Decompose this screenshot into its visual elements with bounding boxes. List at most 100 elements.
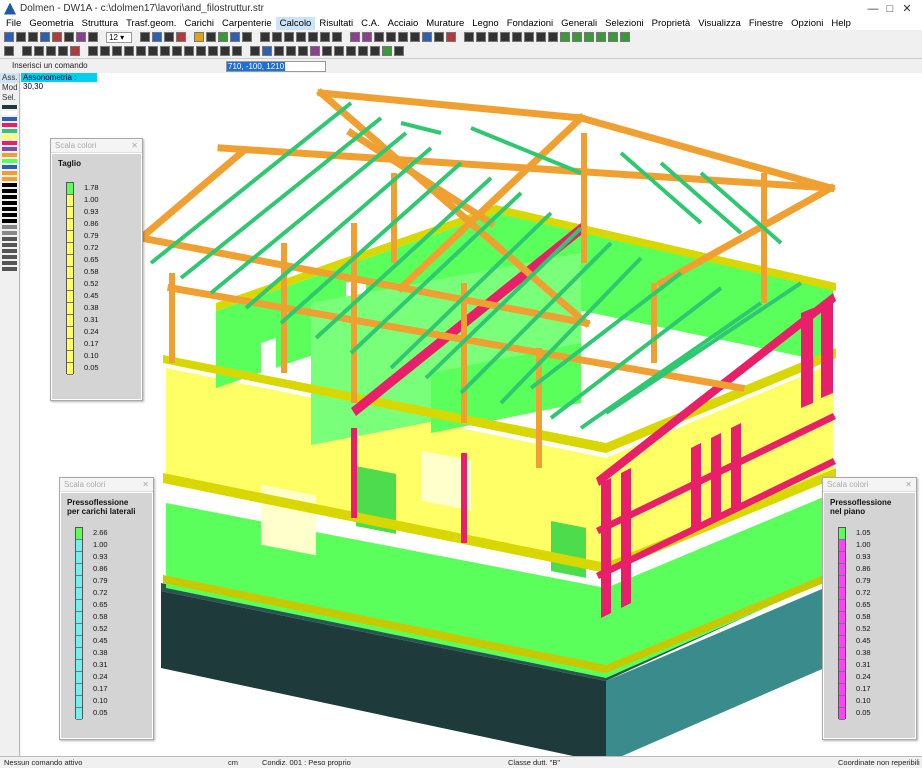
tool-icon[interactable]	[88, 46, 98, 56]
tool-icon[interactable]	[358, 46, 368, 56]
legend-header[interactable]: Scala colori ✕	[51, 139, 142, 153]
menu-carichi[interactable]: Carichi	[180, 17, 218, 30]
tool-icon[interactable]	[4, 46, 14, 56]
layer-swatch[interactable]	[2, 135, 17, 139]
layer-swatch[interactable]	[2, 207, 17, 211]
layer-swatch[interactable]	[2, 159, 17, 163]
menu-acciaio[interactable]: Acciaio	[384, 17, 423, 30]
tool-icon[interactable]	[308, 32, 318, 42]
left-tab-ass[interactable]: Ass.	[0, 73, 19, 83]
tool-icon[interactable]	[512, 32, 522, 42]
menu-murature[interactable]: Murature	[422, 17, 468, 30]
tool-icon[interactable]	[194, 32, 204, 42]
tool-icon[interactable]	[434, 32, 444, 42]
tool-icon[interactable]	[374, 32, 384, 42]
tool-icon[interactable]	[320, 32, 330, 42]
layer-swatch[interactable]	[2, 147, 17, 151]
layer-swatch[interactable]	[2, 189, 17, 193]
tool-icon[interactable]	[64, 32, 74, 42]
layer-swatch[interactable]	[2, 171, 17, 175]
tool-icon[interactable]	[100, 46, 110, 56]
tool-icon[interactable]	[398, 32, 408, 42]
tool-icon[interactable]	[40, 32, 50, 42]
tool-icon[interactable]	[386, 32, 396, 42]
layer-swatch[interactable]	[2, 243, 17, 247]
tool-icon[interactable]	[220, 46, 230, 56]
layer-swatch[interactable]	[2, 183, 17, 187]
layer-swatch[interactable]	[2, 219, 17, 223]
menu-selezioni[interactable]: Selezioni	[601, 17, 648, 30]
tool-icon[interactable]	[274, 46, 284, 56]
tool-icon[interactable]	[22, 46, 32, 56]
tool-icon[interactable]	[584, 32, 594, 42]
color-scale-inplane-bending[interactable]: Scala colori ✕ Pressoflessione nel piano 1.0…	[822, 477, 917, 740]
layer-swatch[interactable]	[2, 117, 17, 121]
tool-icon[interactable]	[296, 32, 306, 42]
zoom-select[interactable]: 12 ▾	[106, 31, 132, 43]
color-scale-shear[interactable]: Scala colori ✕ Taglio 1.78 1.00 0.93 0.86 0.79 0…	[50, 138, 143, 401]
tool-icon[interactable]	[382, 46, 392, 56]
close-button[interactable]: ✕	[892, 0, 922, 17]
tool-icon[interactable]	[446, 32, 456, 42]
tool-icon[interactable]	[28, 32, 38, 42]
menu-legno[interactable]: Legno	[468, 17, 502, 30]
tool-icon[interactable]	[196, 46, 206, 56]
tool-icon[interactable]	[232, 46, 242, 56]
tool-icon[interactable]	[184, 46, 194, 56]
layer-swatch[interactable]	[2, 255, 17, 259]
tool-icon[interactable]	[370, 46, 380, 56]
model-viewport[interactable]: Assonometria : 30,30	[21, 73, 922, 756]
tool-icon[interactable]	[260, 32, 270, 42]
menu-file[interactable]: File	[2, 17, 25, 30]
layer-swatch[interactable]	[2, 129, 17, 133]
tool-icon[interactable]	[572, 32, 582, 42]
legend-header[interactable]: Scala colori ✕	[60, 478, 153, 492]
tool-icon[interactable]	[476, 32, 486, 42]
tool-icon[interactable]	[310, 46, 320, 56]
tool-icon[interactable]	[464, 32, 474, 42]
tool-icon[interactable]	[4, 32, 14, 42]
tool-icon[interactable]	[608, 32, 618, 42]
menu-fondazioni[interactable]: Fondazioni	[503, 17, 557, 30]
menu-visualizza[interactable]: Visualizza	[694, 17, 745, 30]
tool-icon[interactable]	[140, 32, 150, 42]
layer-swatch[interactable]	[2, 195, 17, 199]
tool-icon[interactable]	[524, 32, 534, 42]
layer-swatch[interactable]	[2, 177, 17, 181]
tool-icon[interactable]	[536, 32, 546, 42]
menu-help[interactable]: Help	[827, 17, 855, 30]
tool-icon[interactable]	[76, 32, 86, 42]
layer-swatch[interactable]	[2, 225, 17, 229]
menu-generali[interactable]: Generali	[557, 17, 601, 30]
menu-c-a[interactable]: C.A.	[357, 17, 383, 30]
menu-finestre[interactable]: Finestre	[745, 17, 787, 30]
tool-icon[interactable]	[362, 32, 372, 42]
layer-swatch[interactable]	[2, 111, 17, 115]
tool-icon[interactable]	[136, 46, 146, 56]
tool-icon[interactable]	[164, 32, 174, 42]
tool-icon[interactable]	[58, 46, 68, 56]
layer-swatch[interactable]	[2, 201, 17, 205]
coordinate-field[interactable]: 710, -100, 1210	[226, 61, 326, 72]
tool-icon[interactable]	[322, 46, 332, 56]
tool-icon[interactable]	[152, 32, 162, 42]
tool-icon[interactable]	[34, 46, 44, 56]
close-icon[interactable]: ✕	[905, 480, 912, 489]
tool-icon[interactable]	[620, 32, 630, 42]
tool-icon[interactable]	[560, 32, 570, 42]
left-tab-mod[interactable]: Mod	[0, 83, 19, 93]
color-scale-lateral-bending[interactable]: Scala colori ✕ Pressoflessione per carichi …	[59, 477, 154, 740]
tool-icon[interactable]	[596, 32, 606, 42]
tool-icon[interactable]	[410, 32, 420, 42]
tool-icon[interactable]	[346, 46, 356, 56]
menu-carpenterie[interactable]: Carpenterie	[218, 17, 276, 30]
tool-icon[interactable]	[334, 46, 344, 56]
layer-swatch[interactable]	[2, 213, 17, 217]
menu-geometria[interactable]: Geometria	[25, 17, 77, 30]
tool-icon[interactable]	[350, 32, 360, 42]
menu-risultati[interactable]: Risultati	[315, 17, 357, 30]
tool-icon[interactable]	[172, 46, 182, 56]
menu-trasf-geom[interactable]: Trasf.geom.	[122, 17, 180, 30]
tool-icon[interactable]	[250, 46, 260, 56]
tool-icon[interactable]	[422, 32, 432, 42]
